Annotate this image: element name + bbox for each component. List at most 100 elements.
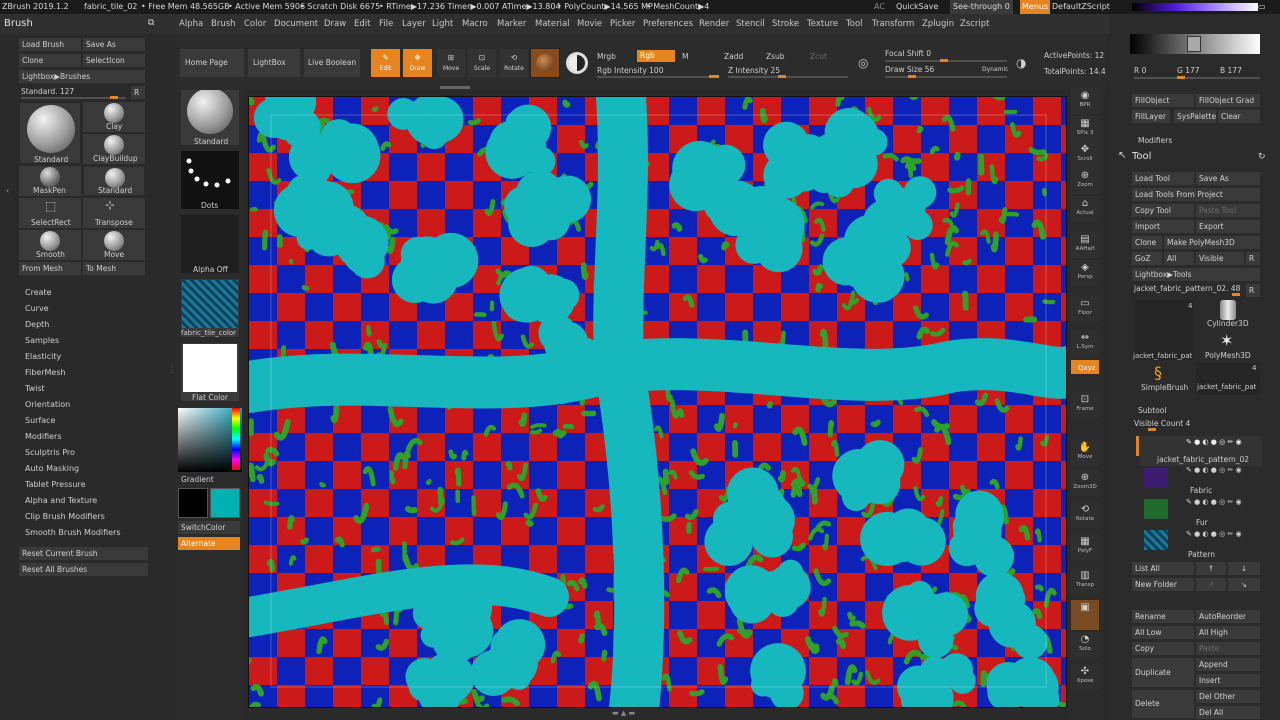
righttool-frame[interactable]: ⊡ Frame	[1071, 392, 1099, 418]
draw-size-slider[interactable]	[885, 76, 1007, 78]
mrgb-button[interactable]: Mrgb	[597, 52, 616, 61]
section-smooth-brush-modifiers[interactable]: Smooth Brush Modifiers	[25, 528, 121, 537]
menu-transform[interactable]: Transform	[872, 19, 914, 29]
righttool-zoom[interactable]: ⊕ Zoom	[1071, 168, 1099, 194]
brush-thumb-transpose[interactable]: ⊹ Transpose	[83, 198, 145, 228]
righttool-item-16[interactable]: ▣	[1071, 600, 1099, 630]
home-page-button[interactable]: Home Page	[180, 49, 244, 77]
import-button[interactable]: Import	[1132, 220, 1194, 233]
menu-preferences[interactable]: Preferences	[643, 19, 693, 29]
move-mode-button[interactable]: ⊞ Move	[437, 49, 465, 77]
righttool-item-9[interactable]: Qxyz	[1071, 360, 1099, 374]
from-mesh-button[interactable]: From Mesh	[19, 262, 81, 275]
menu-brush[interactable]: Brush	[211, 19, 236, 29]
del-other-button[interactable]: Del Other	[1196, 690, 1260, 703]
shelf-scroll-handle[interactable]	[440, 86, 470, 89]
draw-mode-button[interactable]: ✥ Draw	[403, 49, 432, 77]
section-elasticity[interactable]: Elasticity	[25, 352, 61, 361]
shelf-brush-standard[interactable]: Standard	[180, 86, 240, 146]
shelf-texture[interactable]: fabric_tile_color	[180, 278, 240, 338]
section-depth[interactable]: Depth	[25, 320, 49, 329]
righttool-spix-3[interactable]: ▦ SPix 3	[1071, 116, 1099, 142]
menu-macro[interactable]: Macro	[462, 19, 488, 29]
switch-color-button[interactable]: SwitchColor	[178, 521, 240, 534]
menu-file[interactable]: File	[379, 19, 393, 29]
m-button[interactable]: M	[682, 52, 688, 61]
load-tool-button[interactable]: Load Tool	[1132, 172, 1194, 185]
clear-color-button[interactable]: Clear	[1218, 110, 1260, 123]
section-sculptris-pro[interactable]: Sculptris Pro	[25, 448, 75, 457]
righttool-floor[interactable]: ▭ Floor	[1071, 296, 1099, 322]
brush-size-knob[interactable]	[110, 96, 118, 99]
righttool-zoom3d[interactable]: ⊕ Zoom3D	[1071, 470, 1099, 496]
rgb-slider-track[interactable]	[1134, 77, 1260, 79]
subtool-section[interactable]: Subtool	[1138, 406, 1166, 415]
section-curve[interactable]: Curve	[25, 304, 49, 313]
section-clip-brush-modifiers[interactable]: Clip Brush Modifiers	[25, 512, 105, 521]
tool-thumb-jacket[interactable]: 4 jacket_fabric_pat	[1132, 299, 1194, 361]
menu-zplugin[interactable]: Zplugin	[922, 19, 954, 29]
secondary-color-swatch[interactable]	[178, 488, 208, 518]
subtool-icons[interactable]: ✎ ● ◐ ● ◎ ✏ ◉	[1186, 466, 1242, 474]
lightbox-brushes-button[interactable]: Lightbox▶Brushes	[19, 70, 145, 83]
menu-marker[interactable]: Marker	[497, 19, 526, 29]
menu-zscript[interactable]: Zscript	[960, 19, 990, 29]
hue-strip[interactable]	[232, 408, 240, 470]
del-all-button[interactable]: Del All	[1196, 706, 1260, 719]
brush-thumb-standard-large[interactable]: Standard	[19, 102, 81, 164]
righttool-scroll[interactable]: ✥ Scroll	[1071, 142, 1099, 168]
reset-all-brushes-button[interactable]: Reset All Brushes	[19, 563, 148, 576]
brush-save-as-button[interactable]: Save As	[83, 38, 145, 51]
subtool-icons[interactable]: ✎ ● ◐ ● ◎ ✏ ◉	[1186, 438, 1242, 446]
menu-light[interactable]: Light	[432, 19, 453, 29]
brush-clone-button[interactable]: Clone	[19, 54, 81, 67]
rotate-mode-button[interactable]: ⟲ Rotate	[500, 49, 528, 77]
main-color-swatch[interactable]	[210, 488, 240, 518]
quicksave-button[interactable]: QuickSave	[896, 2, 938, 11]
rgb-button[interactable]: Rgb	[637, 50, 675, 62]
subtool-item-jacket[interactable]: ✎ ● ◐ ● ◎ ✏ ◉ jacket_fabric_pattern_02	[1140, 436, 1262, 466]
duplicate-button[interactable]: Duplicate	[1132, 658, 1194, 687]
section-samples[interactable]: Samples	[25, 336, 59, 345]
brush-thumb-maskpen[interactable]: MaskPen	[19, 166, 81, 196]
brush-thumb-standard[interactable]: Standard	[83, 166, 145, 196]
menu-draw[interactable]: Draw	[324, 19, 346, 29]
draw-size-knob[interactable]	[908, 75, 916, 78]
live-boolean-button[interactable]: Live Boolean	[304, 49, 360, 77]
z-intensity-slider[interactable]	[728, 76, 848, 78]
menu-material[interactable]: Material	[535, 19, 570, 29]
brush-thumb-selectrect[interactable]: ⬚ SelectRect	[19, 198, 81, 228]
subtool-item-fur[interactable]: ✎ ● ◐ ● ◎ ✏ ◉ Fur	[1140, 498, 1262, 528]
paste-tool-button[interactable]: Paste Tool	[1196, 204, 1260, 217]
dynamic-toggle[interactable]: Dynamic	[982, 66, 1008, 73]
section-orientation[interactable]: Orientation	[25, 400, 70, 409]
menu-movie[interactable]: Movie	[577, 19, 602, 29]
tool-clone-button[interactable]: Clone	[1132, 236, 1162, 249]
goz-all-button[interactable]: All	[1164, 252, 1194, 265]
subtool-icons[interactable]: ✎ ● ◐ ● ◎ ✏ ◉	[1186, 530, 1242, 538]
menu-stroke[interactable]: Stroke	[772, 19, 799, 29]
material-swatch[interactable]	[530, 48, 560, 78]
insert-button[interactable]: Insert	[1196, 674, 1260, 687]
righttool-xpose[interactable]: ✣ Xpose	[1071, 664, 1099, 690]
menu-tool[interactable]: Tool	[846, 19, 863, 29]
brush-reset-r-button[interactable]: R	[131, 86, 145, 99]
goz-button[interactable]: GoZ	[1132, 252, 1162, 265]
all-low-button[interactable]: All Low	[1132, 626, 1194, 639]
move-down-icon[interactable]: ↘	[1228, 578, 1260, 591]
zcut-button[interactable]: Zcut	[810, 52, 827, 61]
zadd-button[interactable]: Zadd	[724, 52, 743, 61]
menus-toggle[interactable]: Menus	[1020, 0, 1051, 14]
section-auto-masking[interactable]: Auto Masking	[25, 464, 79, 473]
palette-pin-icon[interactable]: ⧉	[148, 18, 154, 28]
section-modifiers[interactable]: Modifiers	[25, 432, 62, 441]
shelf-alpha-off[interactable]: Alpha Off	[180, 214, 240, 274]
fill-object-button[interactable]: FillObject	[1132, 94, 1194, 107]
delete-button[interactable]: Delete	[1132, 690, 1194, 718]
subtool-item-pattern[interactable]: ✎ ● ◐ ● ◎ ✏ ◉ Pattern	[1140, 530, 1262, 560]
menu-texture[interactable]: Texture	[807, 19, 838, 29]
maximize-icon[interactable]: ▭	[1258, 2, 1266, 11]
righttool-polyf[interactable]: ▦ PolyF	[1071, 534, 1099, 560]
reset-current-brush-button[interactable]: Reset Current Brush	[19, 547, 148, 560]
rgb-intensity-knob[interactable]	[709, 75, 719, 78]
